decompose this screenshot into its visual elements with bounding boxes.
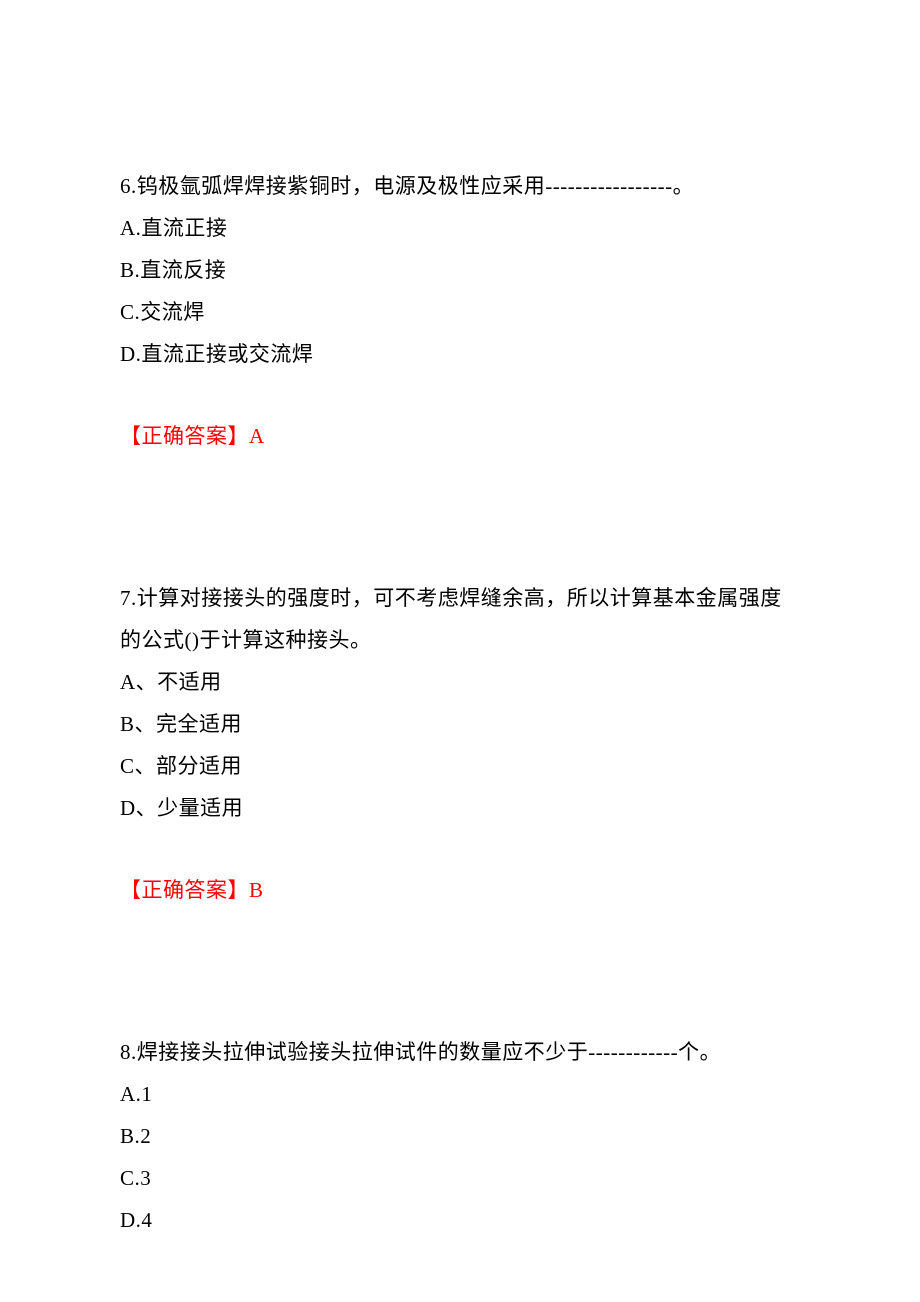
question-option: A、不适用 [120,661,800,703]
question-option: D.直流正接或交流焊 [120,333,800,375]
question-option: B、完全适用 [120,703,800,745]
question-option: A.直流正接 [120,207,800,249]
question-option: D.4 [120,1199,800,1241]
document-page: 6.钨极氩弧焊焊接紫铜时，电源及极性应采用-----------------。 … [0,0,920,1302]
question-option: D、少量适用 [120,787,800,829]
question-stem: 8.焊接接头拉伸试验接头拉伸试件的数量应不少于------------个。 [120,1031,800,1073]
question-block: 6.钨极氩弧焊焊接紫铜时，电源及极性应采用-----------------。 … [120,165,800,457]
question-block: 8.焊接接头拉伸试验接头拉伸试件的数量应不少于------------个。 A.… [120,1031,800,1241]
answer-line: 【正确答案】B [120,869,800,911]
answer-value: A [249,424,265,448]
question-stem: 6.钨极氩弧焊焊接紫铜时，电源及极性应采用-----------------。 [120,165,800,207]
answer-value: B [249,878,264,902]
question-stem: 7.计算对接接头的强度时，可不考虑焊缝余高，所以计算基本金属强度的公式()于计算… [120,577,800,661]
question-option: B.2 [120,1115,800,1157]
question-option: A.1 [120,1073,800,1115]
question-block: 7.计算对接接头的强度时，可不考虑焊缝余高，所以计算基本金属强度的公式()于计算… [120,577,800,911]
question-option: C.3 [120,1157,800,1199]
question-option: B.直流反接 [120,249,800,291]
answer-line: 【正确答案】A [120,415,800,457]
question-option: C.交流焊 [120,291,800,333]
answer-label: 【正确答案】 [120,424,249,448]
question-option: C、部分适用 [120,745,800,787]
answer-label: 【正确答案】 [120,878,249,902]
